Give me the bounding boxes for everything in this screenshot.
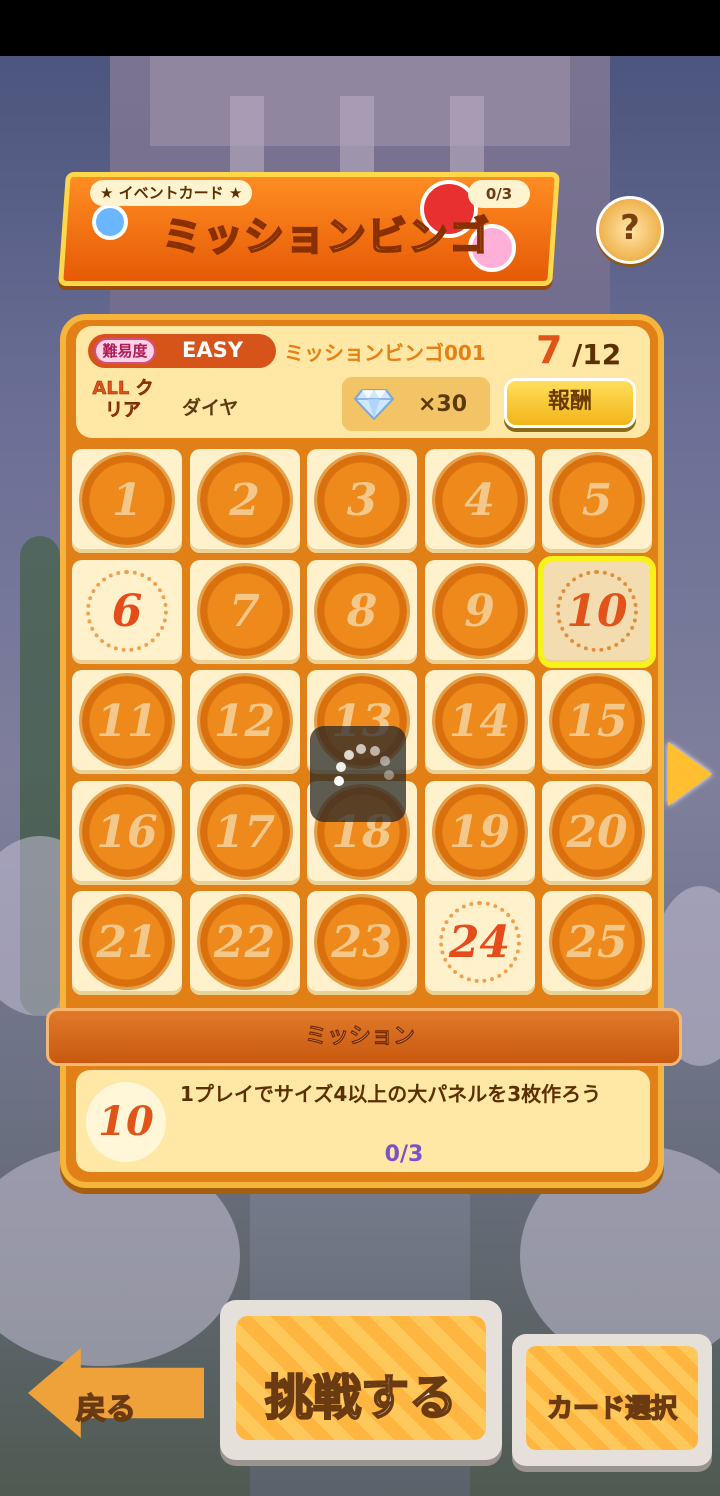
bingo-cell-number: 11	[96, 696, 158, 747]
mission-title: ミッション	[304, 1024, 416, 1050]
bingo-cell-number: 16	[96, 806, 158, 858]
status-bar	[0, 0, 720, 56]
spinner-dot	[370, 746, 380, 756]
bingo-cell[interactable]: 22	[189, 891, 300, 995]
bingo-cell[interactable]: 3	[307, 449, 417, 553]
card-name: ミッションビンゴ001	[284, 341, 486, 365]
bingo-cell-number: 6	[111, 585, 143, 637]
mission-progress: 0/3	[384, 1142, 424, 1167]
bingo-cell[interactable]: 9	[424, 559, 535, 664]
bingo-cell-number: 21	[96, 917, 158, 968]
mission-description: 1プレイでサイズ4以上の大パネルを3枚作ろう	[180, 1082, 602, 1106]
spinner-dot	[384, 770, 394, 780]
spinner-dot	[344, 750, 354, 760]
bingo-cell-number: 22	[213, 917, 276, 968]
bingo-cell-number: 4	[464, 475, 495, 526]
spinner-dot	[336, 762, 346, 772]
bingo-cell-number: 8	[346, 585, 378, 637]
bingo-cell[interactable]: 24	[424, 891, 535, 995]
bingo-cell-number: 25	[566, 917, 628, 968]
bingo-cell-number: 12	[213, 696, 276, 747]
bingo-cell-number: 10	[566, 585, 628, 637]
bingo-cell[interactable]: 17	[189, 780, 300, 885]
bingo-cell[interactable]: 12	[189, 670, 300, 774]
diamond-icon	[354, 389, 394, 420]
total-count: /12	[572, 338, 622, 371]
challenge-button-label: 挑戦する	[264, 1369, 458, 1427]
bingo-cell[interactable]: 11	[72, 670, 182, 774]
spinner-dot	[356, 744, 366, 754]
bingo-cell-number: 1	[111, 475, 143, 526]
bingo-cell[interactable]: 2	[189, 449, 300, 553]
bingo-cell-number: 15	[566, 696, 628, 747]
back-button-label: 戻る	[75, 1391, 137, 1428]
bingo-cell-number: 17	[213, 806, 276, 858]
loading-spinner-icon	[310, 726, 406, 822]
next-card-arrow-icon[interactable]	[668, 742, 712, 806]
event-title: ミッションビンゴ	[161, 213, 490, 261]
spinner-dot	[380, 756, 390, 766]
difficulty-label: 難易度	[94, 338, 156, 364]
reward-name: ダイヤ	[182, 397, 239, 419]
bingo-cell-number: 20	[566, 806, 628, 858]
cleared-count: 7	[536, 328, 563, 372]
bingo-cell[interactable]: 7	[189, 559, 300, 664]
bingo-cell[interactable]: 15	[542, 670, 652, 774]
bingo-cell-number: 14	[448, 696, 511, 747]
bingo-cell-number: 7	[229, 585, 260, 637]
bingo-cell-number: 24	[448, 917, 511, 968]
bingo-cell[interactable]: 4	[424, 449, 535, 553]
bingo-grid: 1 2 3 4 5 6 7 8 9 10 11 12 13 14 15 16 17 18 19 20 21 22 23 24 2…	[72, 449, 656, 997]
bingo-cell-number: 3	[346, 475, 378, 526]
bingo-cell[interactable]: 25	[542, 891, 652, 995]
bingo-cell[interactable]: 16	[72, 780, 182, 885]
spinner-dot	[334, 776, 344, 786]
reward-button[interactable]: 報酬	[504, 378, 636, 428]
bingo-cell-number: 5	[581, 475, 613, 526]
bingo-cell[interactable]: 10	[538, 555, 656, 668]
bingo-ball-decoration	[92, 204, 128, 240]
help-button[interactable]: ?	[596, 196, 664, 264]
bingo-cell[interactable]: 19	[424, 780, 535, 885]
bingo-cell-number: 2	[229, 475, 260, 526]
allclear-badge: ALL クリア	[92, 378, 154, 422]
card-select-button-label: カード選択	[546, 1393, 678, 1425]
bingo-cell[interactable]: 21	[72, 891, 182, 995]
bingo-cell[interactable]: 6	[72, 559, 182, 664]
bingo-cell-number: 19	[448, 806, 511, 858]
bingo-cell-number: 9	[464, 585, 495, 637]
bingo-cell[interactable]: 14	[424, 670, 535, 774]
bingo-cell[interactable]: 8	[307, 559, 417, 664]
bingo-cell-number: 23	[331, 917, 393, 968]
bingo-cell[interactable]: 1	[72, 449, 182, 553]
difficulty-value: EASY	[182, 338, 243, 362]
bingo-cell[interactable]: 5	[542, 449, 652, 553]
reward-quantity: ×30	[418, 392, 468, 417]
bingo-cell[interactable]: 20	[542, 780, 652, 885]
event-progress: 0/3	[468, 180, 530, 208]
event-card-label: ★ イベントカード ★	[90, 180, 253, 206]
bingo-cell[interactable]: 23	[307, 891, 417, 995]
